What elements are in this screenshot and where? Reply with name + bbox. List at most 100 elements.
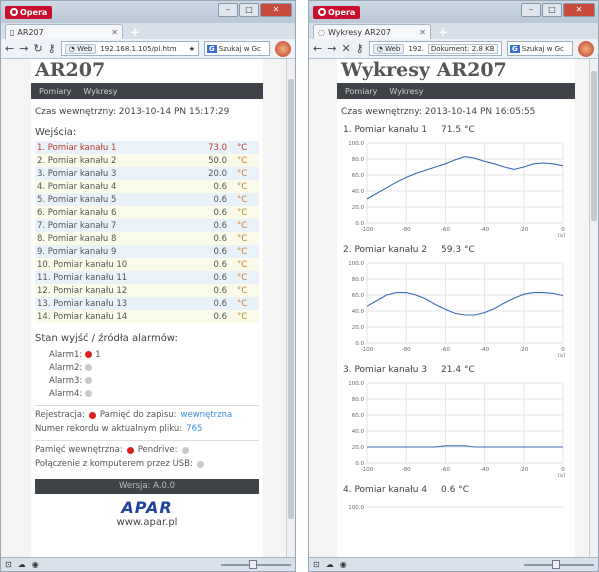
channel-unit: °C	[237, 181, 248, 192]
opera-tools-icon[interactable]	[275, 40, 291, 57]
channel-value: 0.6	[213, 233, 227, 244]
tab-wykresy[interactable]: ◌ Wykresy AR207 ✕	[313, 24, 431, 39]
minimize-icon[interactable]: –	[521, 3, 541, 17]
channel-value: 0.6	[213, 207, 227, 218]
channel-name: 7. Pomiar kanału 7	[37, 220, 117, 231]
forward-icon[interactable]: →	[327, 42, 336, 55]
close-window-icon[interactable]: ✕	[563, 3, 595, 17]
browser-window-right: Opera – □ ✕ ◌ Wykresy AR207 ✕ + ← → ✕ ⚷ …	[308, 0, 599, 572]
channel-row: 11. Pomiar kanału 11 0.6 °C	[35, 271, 259, 284]
tab-title: AR207	[17, 27, 44, 37]
back-icon[interactable]: ←	[313, 42, 322, 55]
internal-time: Czas wewnętrzny: 2013-10-14 PN 15:17:29	[35, 107, 230, 117]
stop-icon[interactable]: ✕	[341, 42, 350, 55]
chart-current-value: 71.5 °C	[441, 125, 475, 135]
vertical-scrollbar[interactable]	[286, 59, 295, 557]
speed-dial-icon[interactable]: ◉	[32, 560, 39, 569]
new-tab-icon[interactable]: +	[435, 25, 451, 39]
menu-wykresy[interactable]: Wykresy	[389, 87, 423, 96]
maximize-icon[interactable]: □	[239, 3, 259, 17]
panel-icon[interactable]: ⊡	[313, 560, 320, 569]
alarm-row: Alarm4:	[31, 386, 263, 399]
turbo-icon[interactable]: ☁	[18, 560, 26, 569]
x-tick-label: -60	[441, 347, 450, 353]
title-bar: Opera – □ ✕	[309, 1, 598, 23]
channel-name: 5. Pomiar kanału 5	[37, 194, 117, 205]
vertical-scrollbar[interactable]	[589, 59, 598, 557]
channel-value: 73.0	[208, 142, 227, 153]
menu-pomiary[interactable]: Pomiary	[39, 87, 71, 96]
close-window-icon[interactable]: ✕	[260, 3, 292, 17]
y-tick-label: 60.0	[352, 293, 365, 299]
record-row: Numer rekordu w aktualnym pliku: 765	[31, 420, 263, 434]
x-tick-label: -80	[402, 227, 411, 233]
opera-menu-button[interactable]: Opera	[313, 5, 361, 19]
search-input[interactable]: G Szukaj w Gc	[204, 41, 270, 56]
x-tick-label: -100	[361, 347, 374, 353]
channel-row: 9. Pomiar kanału 9 0.6 °C	[35, 245, 259, 258]
turbo-icon[interactable]: ☁	[326, 560, 334, 569]
url-text: 192.	[408, 44, 424, 53]
chart-header: 3. Pomiar kanału 3 21.4 °C	[337, 357, 575, 377]
menu-wykresy[interactable]: Wykresy	[83, 87, 117, 96]
channel-row: 7. Pomiar kanału 7 0.6 °C	[35, 219, 259, 232]
tab-ar207[interactable]: ▯ AR207 ✕	[5, 24, 123, 39]
chart-header: 2. Pomiar kanału 2 59.3 °C	[337, 237, 575, 257]
y-tick-label: 100.0	[348, 381, 364, 387]
key-icon[interactable]: ⚷	[48, 42, 56, 55]
speed-dial-icon[interactable]: ◉	[340, 560, 347, 569]
zoom-slider[interactable]	[524, 559, 594, 569]
minimize-icon[interactable]: –	[218, 3, 238, 17]
panel-icon[interactable]: ⊡	[5, 560, 12, 569]
chart-title: 2. Pomiar kanału 2	[343, 245, 428, 255]
x-tick-label: -20	[519, 347, 528, 353]
x-tick-label: -40	[480, 227, 489, 233]
chart-2: 0.020.040.060.080.0100.0-100 -80 -60 -40 -20…	[348, 261, 565, 357]
chart-1: 0.020.040.060.080.0100.0-100 -80 -60 -40 -20…	[348, 141, 565, 237]
reload-icon[interactable]: ↻	[33, 42, 42, 55]
channel-name: 10. Pomiar kanału 10	[37, 259, 128, 270]
zoom-slider[interactable]	[221, 559, 291, 569]
back-icon[interactable]: ←	[5, 42, 14, 55]
memory-value: wewnętrzna	[180, 410, 233, 420]
forward-icon[interactable]: →	[19, 42, 28, 55]
opera-tools-icon[interactable]	[578, 40, 594, 57]
site-url: www.apar.pl	[116, 517, 178, 528]
maximize-icon[interactable]: □	[542, 3, 562, 17]
search-input[interactable]: G Szukaj w Gc	[507, 41, 573, 56]
new-tab-icon[interactable]: +	[127, 25, 143, 39]
registration-row: Rejestracja: Pamięć do zapisu: wewnętrzn…	[31, 406, 263, 420]
menu-pomiary[interactable]: Pomiary	[345, 87, 377, 96]
search-placeholder: Szukaj w Gc	[218, 44, 261, 53]
channel-unit: °C	[237, 168, 248, 179]
y-tick-label: 80.0	[352, 397, 365, 403]
internal-memory-label: Pamięć wewnętrzna:	[35, 445, 123, 455]
channel-row: 6. Pomiar kanału 6 0.6 °C	[35, 206, 259, 219]
close-tab-icon[interactable]: ✕	[419, 28, 426, 37]
y-tick-label: 20.0	[352, 205, 365, 211]
usb-dot	[196, 460, 204, 468]
channel-value: 0.6	[213, 259, 227, 270]
registration-status-dot	[88, 411, 96, 419]
address-bar[interactable]: ◔ Web 192. Dokument: 2.8 KB	[368, 41, 502, 56]
alarm-label: Alarm3:	[49, 375, 83, 386]
google-icon: G	[510, 44, 520, 53]
title-bar: Opera – □ ✕	[1, 1, 295, 23]
pendrive-dot	[181, 446, 189, 454]
status-bar: ⊡ ☁ ◉	[309, 557, 598, 571]
x-tick-label: -60	[441, 227, 450, 233]
logo-mark: APAR	[121, 498, 173, 517]
channel-unit: °C	[237, 298, 248, 309]
star-icon[interactable]: ★	[189, 45, 195, 53]
usb-row: Połączenie z komputerem przez USB:	[31, 455, 263, 469]
download-progress: Dokument: 2.8 KB	[427, 43, 498, 54]
close-tab-icon[interactable]: ✕	[111, 28, 118, 37]
key-icon[interactable]: ⚷	[356, 42, 364, 55]
address-bar[interactable]: ◔ Web 192.168.1.105/pl.htm ★	[60, 41, 199, 56]
channel-value: 0.6	[213, 298, 227, 309]
channel-row: 5. Pomiar kanału 5 0.6 °C	[35, 193, 259, 206]
chart-title: 3. Pomiar kanału 3	[343, 365, 428, 375]
y-tick-label: 20.0	[352, 445, 365, 451]
opera-menu-button[interactable]: Opera	[5, 5, 53, 19]
channel-value: 0.6	[213, 220, 227, 231]
